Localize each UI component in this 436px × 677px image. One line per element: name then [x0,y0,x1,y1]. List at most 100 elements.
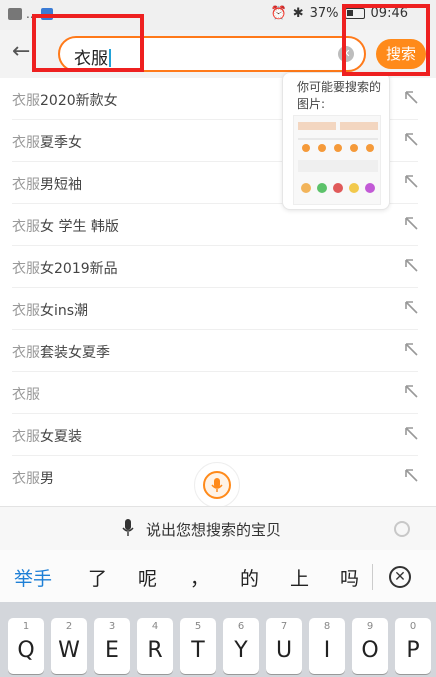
key-u[interactable]: 7U [266,618,302,674]
suggestion-text: 衣服女夏装 [12,426,82,446]
microphone-icon [203,471,231,499]
candidate-word[interactable]: 的 [240,564,259,591]
key-number: 9 [366,621,374,632]
key-letter: I [323,638,331,663]
key-letter: W [58,638,80,663]
thumbnail-image [298,122,378,193]
suggestion-prefix: 衣服 [12,387,40,403]
suggestion-rest: 夏季女 [40,135,82,151]
battery-percent: 37% [309,6,339,21]
suggestion-prefix: 衣服 [12,219,40,235]
key-letter: O [361,638,379,663]
bluetooth-icon: ✱ [292,6,304,21]
annotation-box-search-input [32,14,144,72]
alarm-icon: ⏰ [270,6,287,21]
suggestion-prefix: 衣服 [12,471,40,487]
key-y[interactable]: 6Y [223,618,259,674]
key-number: 3 [108,621,116,632]
fill-query-arrow-icon[interactable] [402,298,420,316]
candidate-word[interactable]: 呢 [138,564,157,591]
key-p[interactable]: 0P [395,618,431,674]
ime-candidate-bar: 举手 了 呢 ， 的 上 吗 [0,550,436,602]
key-t[interactable]: 5T [180,618,216,674]
suggestion-rest: 女2019新品 [40,261,118,277]
key-number: 1 [22,621,30,632]
suggestion-text: 衣服男 [12,468,54,488]
fill-query-arrow-icon[interactable] [402,424,420,442]
suggestion-text: 衣服女ins潮 [12,300,88,320]
fill-query-arrow-icon[interactable] [402,466,420,484]
suggestion-prefix: 衣服 [12,93,40,109]
suggestion-item[interactable]: 衣服女2019新品 [0,246,436,288]
image-card-title: 你可能要搜索的图片: [297,80,382,111]
fill-query-arrow-icon[interactable] [402,172,420,190]
suggestion-text: 衣服夏季女 [12,132,82,152]
candidate-divider [372,564,373,590]
suggestion-prefix: 衣服 [12,303,40,319]
candidate-word[interactable]: ， [190,564,209,591]
key-number: 6 [237,621,245,632]
key-letter: Y [234,638,248,663]
screenshot-thumbnail[interactable] [293,115,381,205]
key-q[interactable]: 1Q [8,618,44,674]
key-letter: P [406,638,420,663]
suggestion-rest: 女夏装 [40,429,82,445]
suggestion-rest: 2020新款女 [40,93,118,109]
voice-search-button[interactable] [194,462,240,508]
suggestion-text: 衣服套装女夏季 [12,342,110,362]
key-number: 2 [65,621,73,632]
key-w[interactable]: 2W [51,618,87,674]
suggestion-text: 衣服女2019新品 [12,258,118,278]
suggestion-rest: 男 [40,471,54,487]
suggestion-item[interactable]: 衣服套装女夏季 [0,330,436,372]
close-candidates-icon[interactable]: ✕ [389,566,411,588]
suggestion-rest: 女 学生 韩版 [40,219,119,235]
key-number: 7 [280,621,288,632]
key-i[interactable]: 8I [309,618,345,674]
key-number: 4 [151,621,159,632]
fill-query-arrow-icon[interactable] [402,382,420,400]
suggestion-item[interactable]: 衣服女ins潮 [0,288,436,330]
fill-query-arrow-icon[interactable] [402,214,420,232]
suggestion-prefix: 衣服 [12,261,40,277]
candidate-word[interactable]: 吗 [340,564,359,591]
key-r[interactable]: 4R [137,618,173,674]
suggestion-text: 衣服2020新款女 [12,90,118,110]
key-letter: Q [17,638,35,663]
microphone-icon [122,519,134,536]
suggestion-prefix: 衣服 [12,135,40,151]
candidate-word[interactable]: 上 [290,564,309,591]
fill-query-arrow-icon[interactable] [402,340,420,358]
suggestion-prefix: 衣服 [12,429,40,445]
suggestion-rest: 女ins潮 [40,303,89,319]
gear-icon[interactable] [394,521,410,537]
key-letter: E [105,638,119,663]
sim-icon [8,8,22,20]
back-arrow-icon[interactable]: ← [12,40,30,64]
suggestion-item[interactable]: 衣服女 学生 韩版 [0,204,436,246]
fill-query-arrow-icon[interactable] [402,256,420,274]
fill-query-arrow-icon[interactable] [402,130,420,148]
keyboard: 1Q 2W 3E 4R 5T 6Y 7U 8I 9O 0P [0,602,436,677]
suggestion-text: 衣服男短袖 [12,174,82,194]
candidate-word[interactable]: 了 [88,564,107,591]
suggestion-item[interactable]: 衣服 [0,372,436,414]
key-number: 5 [194,621,202,632]
key-number: 0 [409,621,417,632]
suggestion-text: 衣服 [12,384,40,404]
image-suggestion-card[interactable]: 你可能要搜索的图片: [282,72,390,210]
key-letter: T [191,638,205,663]
fill-query-arrow-icon[interactable] [402,88,420,106]
key-e[interactable]: 3E [94,618,130,674]
suggestion-text: 衣服女 学生 韩版 [12,216,119,236]
suggestion-item[interactable]: 衣服女夏装 [0,414,436,456]
suggestion-rest: 男短袖 [40,177,82,193]
suggestion-prefix: 衣服 [12,345,40,361]
annotation-box-search-button [342,4,430,76]
key-letter: R [147,638,163,663]
key-letter: U [275,638,293,663]
voice-prompt: 说出您想搜索的宝贝 [146,521,282,539]
key-o[interactable]: 9O [352,618,388,674]
voice-input-bar[interactable]: 说出您想搜索的宝贝 [0,506,436,550]
candidate-word[interactable]: 举手 [14,564,52,591]
